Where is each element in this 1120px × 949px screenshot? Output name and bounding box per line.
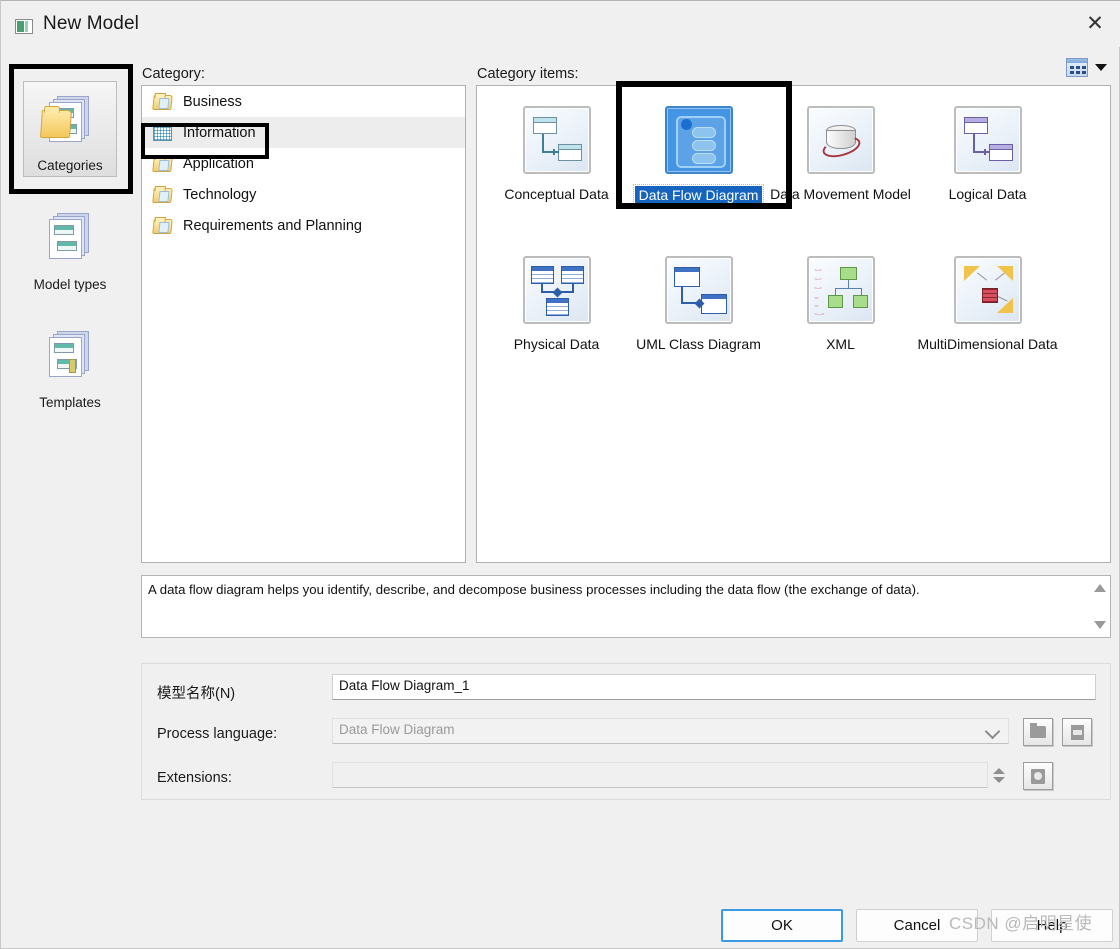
grid-item-data-movement-model[interactable]: Data Movement Model: [767, 94, 914, 224]
tree-item-application[interactable]: Application: [142, 148, 465, 179]
cancel-button[interactable]: Cancel: [856, 909, 978, 942]
description-scrollbar[interactable]: [1090, 576, 1110, 637]
process-language-select[interactable]: Data Flow Diagram: [332, 718, 1009, 744]
physical-data-icon: [522, 256, 591, 324]
list-view-icon: [1066, 58, 1088, 77]
folder-icon: [152, 186, 174, 204]
page-title: New Model: [43, 13, 139, 34]
tree-item-label: Application: [183, 155, 254, 172]
window-icon: [15, 19, 33, 34]
browse-folder-button[interactable]: [1023, 718, 1053, 746]
grid-item-conceptual-data[interactable]: Conceptual Data: [483, 94, 630, 224]
sidebar-item-label: Templates: [39, 395, 101, 410]
folder-icon: [152, 155, 174, 173]
grid-item-physical-data[interactable]: Physical Data: [483, 244, 630, 374]
grid-item-logical-data[interactable]: Logical Data: [914, 94, 1061, 224]
view-mode-toggle[interactable]: [1066, 58, 1107, 77]
conceptual-data-icon: [522, 106, 591, 174]
stacked-documents-icon: [43, 213, 97, 261]
sidebar-item-categories[interactable]: Categories: [23, 81, 117, 177]
logical-data-icon: [953, 106, 1022, 174]
grid-icon: [152, 124, 174, 142]
tree-item-technology[interactable]: Technology: [142, 179, 465, 210]
category-label: Category:: [142, 66, 205, 82]
ok-button[interactable]: OK: [721, 909, 843, 942]
category-items-label: Category items:: [477, 66, 579, 82]
tree-item-label: Requirements and Planning: [183, 217, 362, 234]
scroll-up-icon[interactable]: [1094, 584, 1106, 592]
import-document-icon: [1070, 724, 1084, 740]
tree-item-label: Business: [183, 93, 242, 110]
grid-item-data-flow-diagram[interactable]: Data Flow Diagram: [625, 94, 772, 224]
tree-item-label: Information: [183, 124, 256, 141]
folder-documents-icon: [40, 96, 97, 144]
data-flow-diagram-icon: [664, 106, 733, 174]
sidebar-item-label: Categories: [37, 158, 103, 173]
tree-item-business[interactable]: Business: [142, 86, 465, 117]
folder-icon: [152, 93, 174, 111]
model-name-input[interactable]: Data Flow Diagram_1: [332, 674, 1096, 700]
grid-item-multidimensional-data[interactable]: MultiDimensional Data: [914, 244, 1061, 374]
category-items-grid[interactable]: Conceptual Data Data Flow Diagram Data M…: [476, 85, 1111, 563]
xml-icon: <---> <---> <---> <= <= <------>: [806, 256, 875, 324]
template-documents-icon: [43, 331, 97, 379]
model-form: 模型名称(N) Data Flow Diagram_1 Process lang…: [141, 663, 1111, 800]
description-box: A data flow diagram helps you identify, …: [141, 575, 1111, 638]
title-bar: New Model ✕: [1, 1, 1120, 47]
extensions-stepper[interactable]: [987, 762, 1009, 788]
grid-item-xml[interactable]: <---> <---> <---> <= <= <------> XML: [767, 244, 914, 374]
sidebar-item-model-types[interactable]: Model types: [23, 199, 117, 295]
stepper-down-icon[interactable]: [992, 776, 1005, 783]
scroll-down-icon[interactable]: [1094, 621, 1106, 629]
process-language-label: Process language:: [157, 726, 278, 742]
grid-item-label: Conceptual Data: [504, 186, 609, 202]
model-name-label: 模型名称(N): [157, 686, 236, 702]
sidebar-item-label: Model types: [33, 277, 107, 292]
grid-item-label: XML: [826, 336, 855, 352]
chevron-down-icon[interactable]: [987, 726, 1001, 735]
extensions-button[interactable]: [1023, 762, 1053, 790]
new-model-dialog: New Model ✕ Categories Model types Templ…: [0, 0, 1120, 949]
chevron-down-icon: [1095, 64, 1107, 71]
data-movement-model-icon: [806, 106, 875, 174]
import-document-button[interactable]: [1062, 718, 1092, 746]
help-button[interactable]: Help: [991, 909, 1113, 942]
grid-item-label: Data Flow Diagram: [632, 184, 765, 206]
stepper-up-icon[interactable]: [992, 767, 1005, 774]
uml-class-diagram-icon: [664, 256, 733, 324]
sidebar-item-templates[interactable]: Templates: [23, 317, 117, 413]
grid-item-label: Data Movement Model: [770, 186, 911, 202]
grid-item-uml-class-diagram[interactable]: UML Class Diagram: [625, 244, 772, 374]
extensions-input[interactable]: [332, 762, 1009, 788]
extension-document-icon: [1031, 768, 1045, 784]
extensions-label: Extensions:: [157, 770, 232, 786]
grid-item-label: Physical Data: [513, 336, 600, 352]
close-icon[interactable]: ✕: [1069, 1, 1120, 45]
folder-button-icon: [1030, 723, 1046, 738]
tree-item-label: Technology: [183, 186, 257, 203]
category-tree[interactable]: Business Information Application Technol…: [141, 85, 466, 563]
multidimensional-data-icon: [953, 256, 1022, 324]
folder-icon: [152, 217, 174, 235]
tree-item-information[interactable]: Information: [142, 117, 465, 148]
grid-item-label: MultiDimensional Data: [917, 336, 1058, 352]
grid-item-label: UML Class Diagram: [636, 336, 761, 352]
description-text: A data flow diagram helps you identify, …: [148, 582, 920, 597]
grid-item-label: Logical Data: [948, 186, 1027, 202]
tree-item-requirements-and-planning[interactable]: Requirements and Planning: [142, 210, 465, 241]
